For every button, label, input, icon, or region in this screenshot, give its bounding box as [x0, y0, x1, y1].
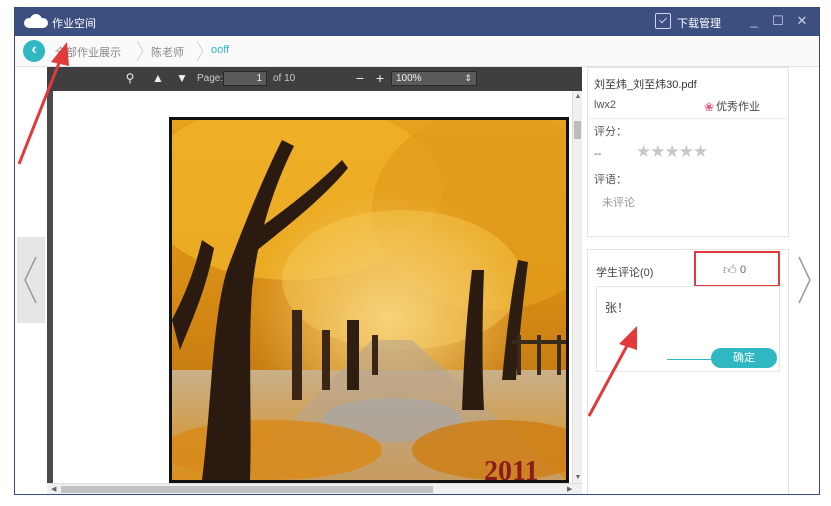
- search-icon[interactable]: ⚲: [123, 71, 137, 85]
- pdf-toolbar: ⚲ ▲ ▼ Page: 1 of 10 − + 100% ⇕: [47, 67, 582, 91]
- close-button[interactable]: ✕: [793, 12, 811, 30]
- like-button[interactable]: 👍︎ 0: [694, 251, 780, 287]
- divider: [588, 118, 788, 119]
- photo-caption: 2011: [484, 456, 538, 480]
- lotus-icon: ❀: [704, 100, 715, 115]
- scroll-up-icon[interactable]: ▲: [573, 93, 583, 100]
- remark-label: 评语：: [594, 174, 627, 186]
- scroll-left-icon[interactable]: ◀: [51, 485, 56, 493]
- file-name: 刘至炜_刘至炜30.pdf: [594, 79, 697, 91]
- zoom-value: 100%: [396, 73, 422, 84]
- previous-button[interactable]: [17, 237, 45, 323]
- score-label: 评分：: [594, 126, 627, 138]
- comments-title: 学生评论(0): [596, 267, 654, 279]
- page-label: Page:: [197, 73, 224, 84]
- title-bar: 作业空间 下载管理 _ ☐ ✕: [15, 8, 819, 36]
- autumn-trees-photo: 2011: [172, 120, 566, 480]
- vertical-scrollbar[interactable]: ▲ ▼: [572, 91, 582, 483]
- divider: [667, 359, 711, 360]
- chevron-right-icon: [798, 256, 811, 304]
- homework-info-panel: 刘至炜_刘至炜30.pdf lwx2 ❀ 优秀作业 评分： -- ★★★★★ 评语…: [587, 67, 789, 237]
- badge-label: 优秀作业: [716, 101, 760, 113]
- page-total: of 10: [273, 73, 296, 84]
- page-gutter: [47, 91, 53, 483]
- back-button[interactable]: ‹: [23, 40, 45, 62]
- cloud-logo-icon: [24, 14, 48, 28]
- submit-comment-button[interactable]: 确定: [711, 348, 777, 368]
- breadcrumb-all-homework[interactable]: 全部作业展示: [55, 44, 121, 60]
- app-title: 作业空间: [52, 18, 96, 30]
- arrow-up-icon[interactable]: ▲: [151, 71, 165, 85]
- score-value: --: [594, 148, 602, 160]
- zoom-select[interactable]: 100% ⇕: [391, 71, 477, 86]
- arrow-down-icon[interactable]: ▼: [175, 71, 189, 85]
- minimize-button[interactable]: _: [745, 12, 763, 30]
- scrollbar-thumb[interactable]: [574, 121, 581, 139]
- scrollbar-thumb[interactable]: [61, 486, 433, 493]
- remark-value: 未评论: [602, 197, 635, 209]
- excellent-badge: ❀ 优秀作业: [704, 98, 760, 114]
- chevron-right-icon: [136, 40, 144, 62]
- select-arrow-icon: ⇕: [464, 73, 472, 83]
- next-button[interactable]: [790, 237, 818, 323]
- chevron-right-icon: [196, 40, 204, 62]
- breadcrumb-current[interactable]: ooff: [211, 44, 229, 56]
- rating-stars[interactable]: ★★★★★: [636, 142, 708, 162]
- chevron-left-icon: [24, 256, 37, 304]
- breadcrumb-teacher[interactable]: 陈老师: [151, 44, 184, 60]
- maximize-button[interactable]: ☐: [769, 12, 787, 30]
- comment-input[interactable]: 张！ 确定: [596, 286, 780, 372]
- zoom-in-button[interactable]: +: [373, 71, 387, 85]
- user-name: lwx2: [594, 99, 617, 111]
- app-window: 作业空间 下载管理 _ ☐ ✕ ‹ 全部作业展示 陈老师 ooff ⚲ ▲ ▼ …: [14, 7, 820, 495]
- photo-frame: 2011: [169, 117, 569, 483]
- scroll-down-icon[interactable]: ▼: [573, 474, 583, 481]
- scroll-right-icon[interactable]: ▶: [567, 485, 572, 493]
- student-comments-panel: 学生评论(0) 👍︎ 0 张！ 确定: [587, 249, 789, 494]
- zoom-out-button[interactable]: −: [353, 71, 367, 85]
- download-icon[interactable]: [655, 13, 671, 29]
- breadcrumb: ‹ 全部作业展示 陈老师 ooff: [15, 36, 819, 67]
- page-input[interactable]: 1: [223, 71, 267, 86]
- horizontal-scrollbar[interactable]: ◀ ▶: [47, 483, 582, 494]
- like-count: 0: [740, 264, 747, 276]
- download-manager-button[interactable]: 下载管理: [677, 15, 721, 31]
- pdf-viewer: ⚲ ▲ ▼ Page: 1 of 10 − + 100% ⇕ 2011 ▲ ▼ …: [47, 67, 582, 494]
- comment-text: 张！: [605, 301, 630, 315]
- thumbs-up-icon: 👍︎: [723, 262, 737, 277]
